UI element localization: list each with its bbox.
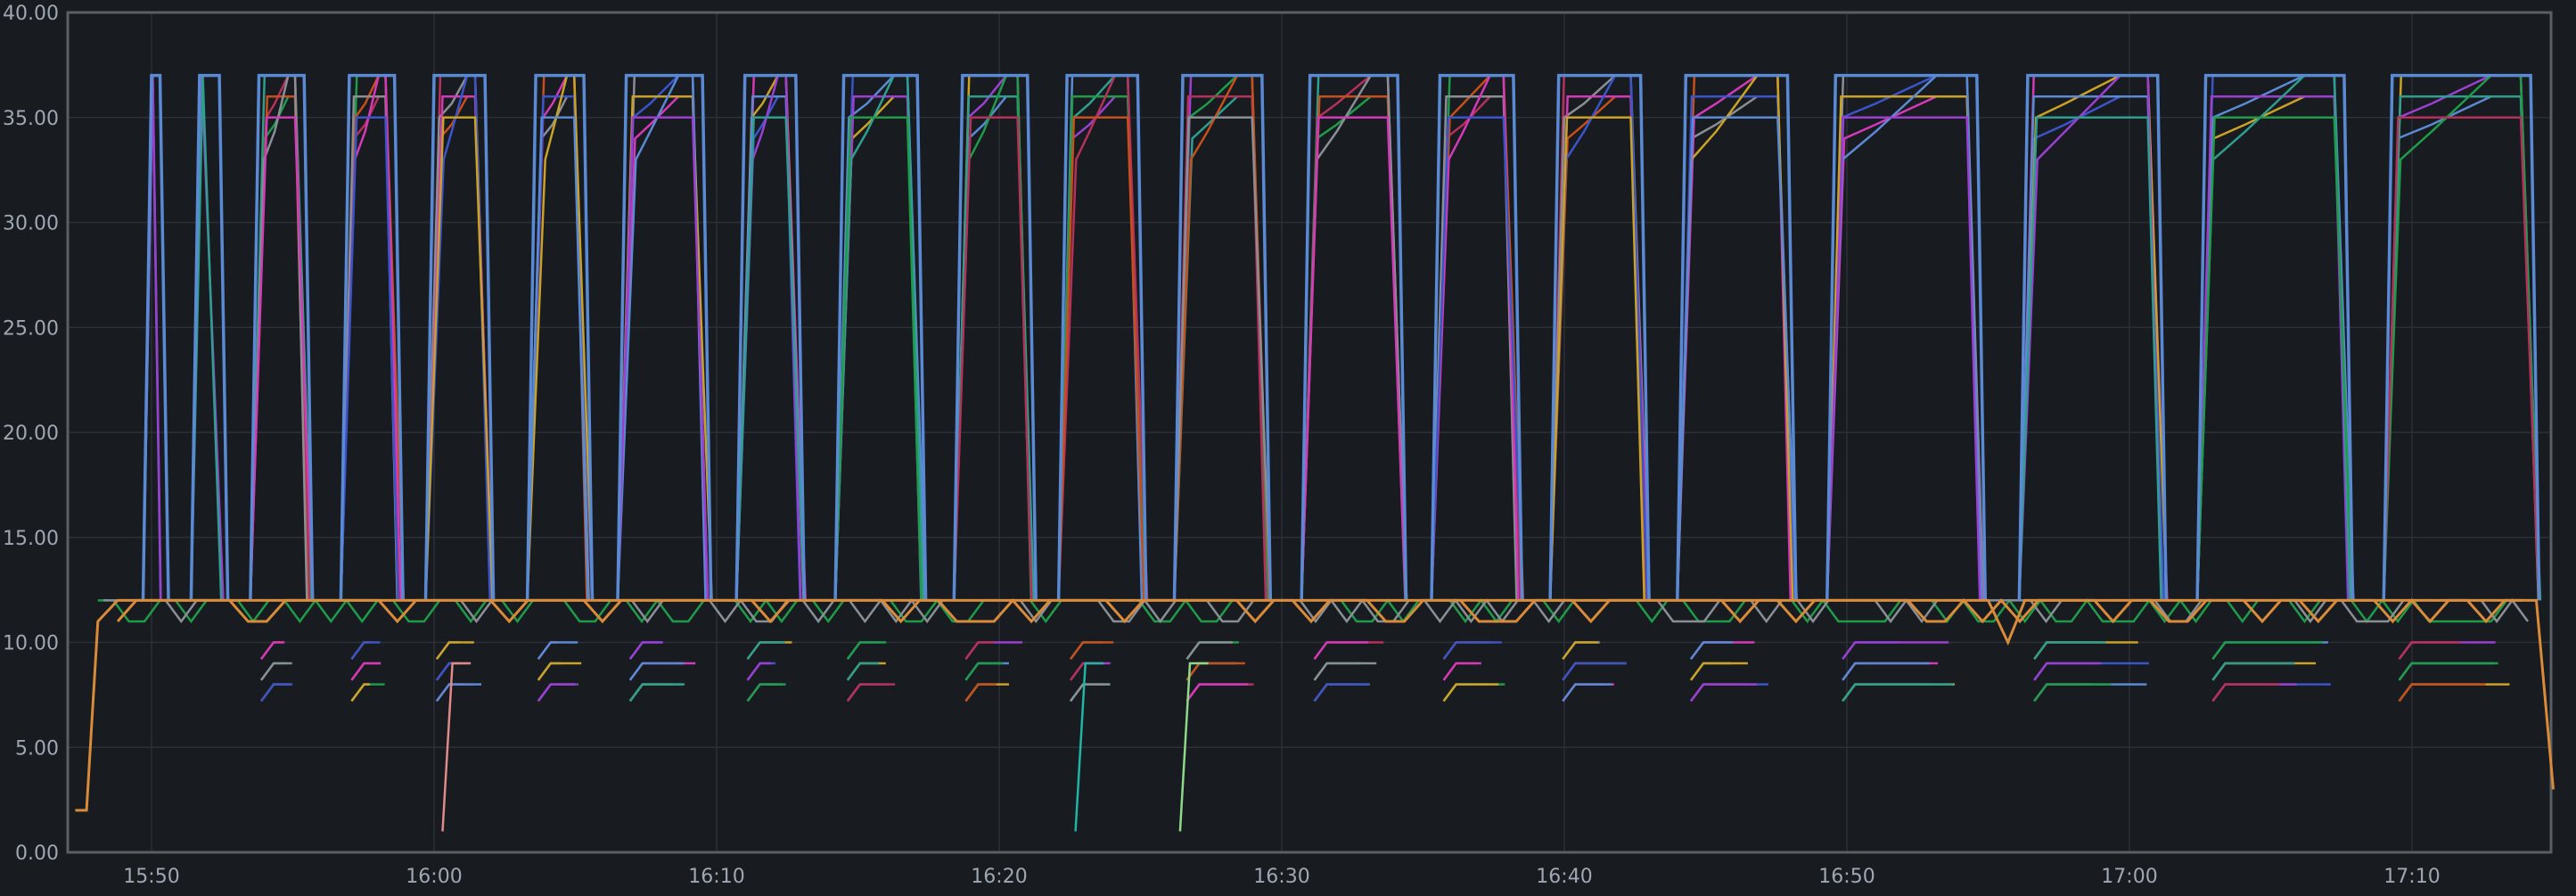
line-chart: 0.00 5.00 10.00 15.00 20.00 25.00 30.00 35.00 40… [0, 0, 2576, 892]
x-tick-label: 16:20 [971, 866, 1027, 888]
y-tick-label: 30.00 [3, 213, 59, 235]
x-tick-label: 16:40 [1536, 866, 1592, 888]
chart-svg: 0.00 5.00 10.00 15.00 20.00 25.00 30.00 35.00 40… [3, 3, 2555, 888]
y-tick-label: 5.00 [15, 737, 59, 760]
y-tick-label: 10.00 [3, 633, 59, 655]
x-tick-label: 15:50 [123, 866, 179, 888]
x-tick-label: 16:50 [1818, 866, 1875, 888]
x-tick-label: 16:00 [406, 866, 462, 888]
x-tick-label: 16:10 [688, 866, 744, 888]
y-tick-label: 0.00 [15, 843, 59, 865]
y-tick-label: 20.00 [3, 423, 59, 445]
x-tick-label: 17:10 [2383, 866, 2440, 888]
x-tick-label: 17:00 [2101, 866, 2157, 888]
y-tick-label: 25.00 [3, 317, 59, 340]
x-tick-label: 16:30 [1253, 866, 1309, 888]
y-tick-label: 15.00 [3, 528, 59, 550]
y-tick-label: 40.00 [3, 3, 59, 25]
y-tick-label: 35.00 [3, 108, 59, 130]
